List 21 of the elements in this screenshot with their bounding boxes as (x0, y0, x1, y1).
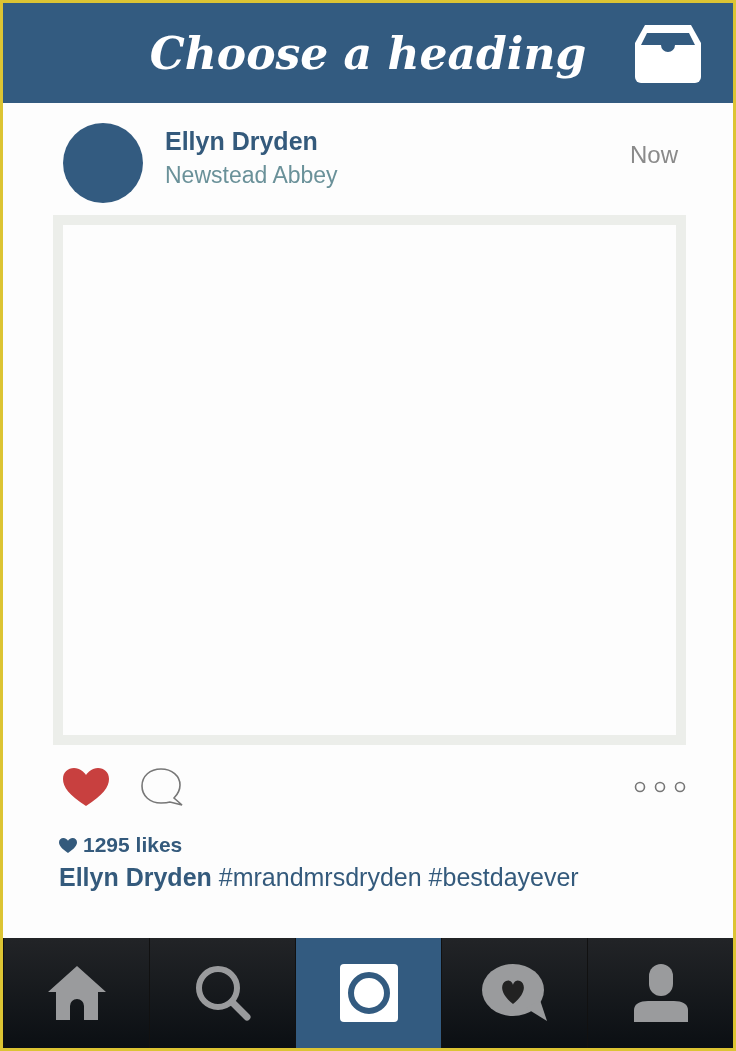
nav-tab[interactable] (149, 938, 295, 1048)
camera-icon (339, 964, 398, 1022)
comment-icon[interactable] (141, 767, 183, 807)
heart-icon[interactable] (63, 768, 109, 806)
nav-tab[interactable] (587, 938, 733, 1048)
author-name: Ellyn Dryden (165, 127, 319, 156)
heart-icon (59, 837, 77, 853)
heart-bubble-icon (481, 964, 548, 1022)
nav-tab[interactable] (3, 938, 149, 1048)
profile-icon (633, 964, 688, 1022)
inbox-icon[interactable] (635, 25, 701, 83)
heading-title: Choose a heading (149, 27, 587, 79)
more-icon[interactable] (634, 781, 686, 793)
nav-tab[interactable] (441, 938, 587, 1048)
nav-tab[interactable] (295, 938, 441, 1048)
post-time: Now (630, 141, 678, 169)
location-text: Newstead Abbey (165, 162, 339, 189)
search-icon (194, 965, 251, 1021)
post-caption: Ellyn Dryden #mrandmrsdryden #bestdayever (58, 863, 580, 892)
home-icon (47, 966, 106, 1020)
likes-count: 1295 likes (83, 833, 183, 857)
